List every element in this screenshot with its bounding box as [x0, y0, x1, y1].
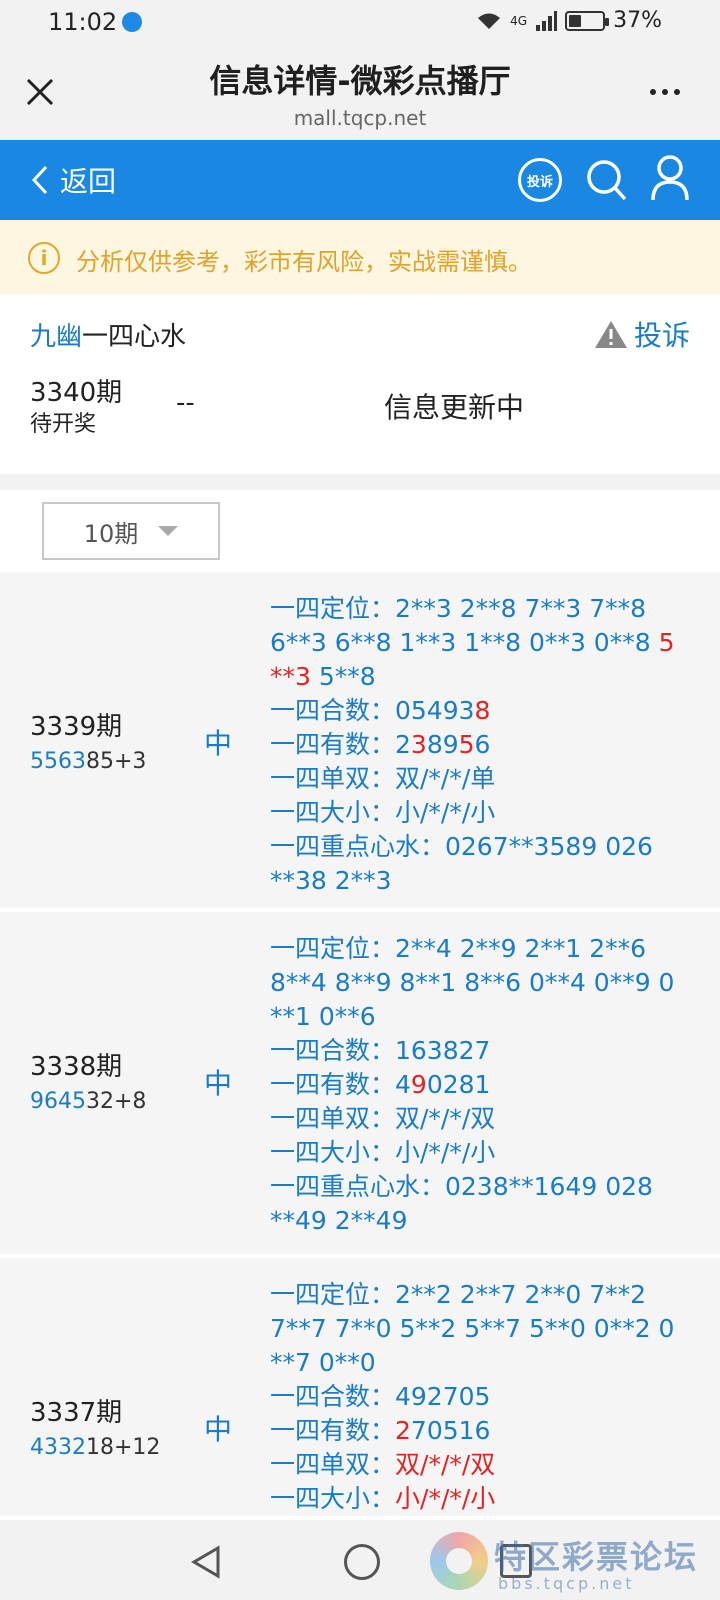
- prediction-line: 一四有数：238956: [270, 730, 491, 759]
- back-button[interactable]: 返回: [30, 160, 116, 200]
- prediction-line: 一四定位：2**3 2**8 7**3 7**8: [270, 594, 647, 623]
- battery-level: 37%: [613, 8, 662, 33]
- watermark-url: bbs.tqcp.net: [498, 1574, 635, 1593]
- status-right: 4G 37%: [476, 8, 662, 33]
- prediction-line: 一四大小：小/*/*/小: [270, 1138, 496, 1167]
- system-nav-bar: 特区彩票论坛 bbs.tqcp.net: [0, 1524, 720, 1600]
- period-filter: 10期: [0, 490, 720, 572]
- current-info-card: 九幽一四心水 投诉 3340期 待开奖 -- 信息更新中: [0, 294, 720, 474]
- prediction-line: 一四重点心水：0238**1649 028: [270, 1172, 653, 1201]
- row-hit-badge: 中: [204, 1067, 233, 1100]
- warning-icon: [594, 321, 627, 348]
- prediction-line: 一四单双：双/*/*/双: [270, 1450, 496, 1479]
- network-label: 4G: [510, 13, 528, 28]
- globe-icon: [122, 12, 142, 32]
- prediction-line: **1 0**6: [270, 1002, 376, 1031]
- row-prediction: 一四定位：2**3 2**8 7**3 7**8 6**3 6**8 1**3 …: [270, 592, 700, 898]
- prediction-line: **49 2**49: [270, 1206, 408, 1235]
- current-period: 3340期: [30, 378, 123, 408]
- prediction-line: 一四重点心水：0267**3589 026: [270, 832, 653, 861]
- prediction-line: **3 5**8: [270, 662, 376, 691]
- prediction-line: **38 2**3: [270, 866, 392, 895]
- prediction-line: 一四单双：双/*/*/双: [270, 1104, 496, 1133]
- author-title: 九幽一四心水: [30, 316, 186, 353]
- complain-button[interactable]: 投诉: [518, 158, 562, 202]
- row-hit-badge: 中: [204, 1413, 233, 1446]
- report-button[interactable]: 投诉: [594, 314, 690, 354]
- period-select-value: 10期: [83, 519, 139, 548]
- browser-titlebar: 信息详情-微彩点播厅 mall.tqcp.net: [0, 48, 720, 140]
- prediction-line: 一四合数：492705: [270, 1382, 491, 1411]
- prediction-line: 一四合数：163827: [270, 1036, 491, 1065]
- prediction-line: 6**3 6**8 1**3 1**8 0**3 0**8 5: [270, 628, 675, 657]
- prediction-line: 一四单双：双/*/*/单: [270, 764, 496, 793]
- row-period: 3337期: [30, 1398, 123, 1428]
- author-topic: 一四心水: [82, 322, 187, 352]
- page-url: mall.tqcp.net: [293, 106, 427, 130]
- prediction-line: **7 0**0: [270, 1348, 376, 1377]
- row-period: 3339期: [30, 712, 123, 742]
- prediction-line: 一四定位：2**4 2**9 2**1 2**6: [270, 934, 647, 963]
- caret-down-icon: [158, 526, 179, 536]
- more-menu-icon[interactable]: [650, 76, 690, 108]
- battery-icon: [565, 10, 610, 31]
- row-draw-numbers: 433218+12: [30, 1435, 161, 1460]
- app-header: 返回 投诉: [0, 140, 720, 220]
- status-bar: 11:02 4G 37%: [0, 0, 720, 48]
- wifi-icon: [478, 13, 501, 29]
- nav-back-icon[interactable]: [188, 1544, 224, 1580]
- signal-icon: [536, 10, 558, 31]
- row-draw-numbers: 964532+8: [30, 1089, 147, 1114]
- prediction-line: 7**7 7**0 5**2 5**7 5**0 0**2 0: [270, 1314, 675, 1343]
- update-status: 信息更新中: [384, 391, 525, 424]
- watermark-logo: [430, 1532, 488, 1590]
- prediction-line: 一四有数：270516: [270, 1416, 491, 1445]
- row-draw-numbers: 556385+3: [30, 749, 147, 774]
- chevron-left-icon: [31, 165, 48, 195]
- row-prediction: 一四定位：2**4 2**9 2**1 2**6 8**4 8**9 8**1 …: [270, 932, 700, 1238]
- current-status: 待开奖: [30, 412, 97, 437]
- nav-home-icon[interactable]: [344, 1544, 380, 1580]
- report-label: 投诉: [633, 319, 690, 352]
- search-icon[interactable]: [584, 156, 628, 204]
- history-row: 3337期 433218+12 中 一四定位：2**2 2**7 2**0 7*…: [0, 1258, 720, 1520]
- watermark-text: 特区彩票论坛: [494, 1538, 699, 1576]
- prediction-line: 一四大小：小/*/*/小: [270, 1484, 496, 1513]
- author-name[interactable]: 九幽: [30, 322, 82, 352]
- prediction-line: 一四有数：490281: [270, 1070, 491, 1099]
- page-title: 信息详情-微彩点播厅: [209, 62, 511, 100]
- notice-text: 分析仅供参考，彩市有风险，实战需谨慎。: [76, 248, 532, 276]
- current-result: --: [176, 388, 195, 418]
- risk-notice: i 分析仅供参考，彩市有风险，实战需谨慎。: [0, 220, 720, 294]
- history-row: 3339期 556385+3 中 一四定位：2**3 2**8 7**3 7**…: [0, 572, 720, 912]
- row-hit-badge: 中: [204, 727, 233, 760]
- info-icon: i: [28, 242, 60, 274]
- user-icon[interactable]: [650, 154, 690, 204]
- row-period: 3338期: [30, 1052, 123, 1082]
- history-list: 3339期 556385+3 中 一四定位：2**3 2**8 7**3 7**…: [0, 572, 720, 1520]
- history-row: 3338期 964532+8 中 一四定位：2**4 2**9 2**1 2**…: [0, 912, 720, 1258]
- row-prediction: 一四定位：2**2 2**7 2**0 7**2 7**7 7**0 5**2 …: [270, 1278, 700, 1516]
- prediction-line: 一四合数：054938: [270, 696, 491, 725]
- period-select[interactable]: 10期: [42, 502, 220, 560]
- status-time: 11:02: [48, 8, 118, 36]
- prediction-line: 8**4 8**9 8**1 8**6 0**4 0**9 0: [270, 968, 675, 997]
- prediction-line: 一四大小：小/*/*/小: [270, 798, 496, 827]
- back-label: 返回: [60, 165, 117, 198]
- prediction-line: 一四定位：2**2 2**7 2**0 7**2: [270, 1280, 647, 1309]
